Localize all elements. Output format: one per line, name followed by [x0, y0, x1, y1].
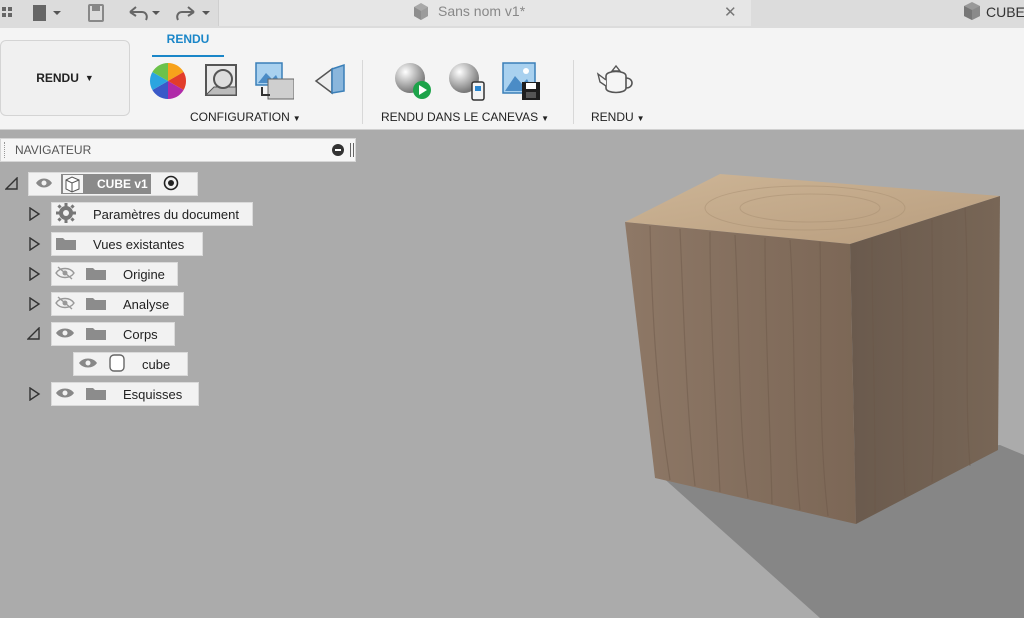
decal-icon[interactable]	[310, 60, 350, 102]
cube-model[interactable]	[560, 160, 1024, 618]
expand-triangle-icon[interactable]	[27, 207, 41, 221]
tree-item-label: Analyse	[123, 296, 170, 312]
teapot-render-icon[interactable]	[596, 60, 636, 102]
eye-icon[interactable]	[55, 326, 75, 343]
chevron-down-icon: ▼	[292, 114, 301, 123]
tree-item-sketches[interactable]: Esquisses	[51, 382, 199, 406]
tree-item-label: Esquisses	[123, 386, 183, 402]
tree-item-named-views[interactable]: Vues existantes	[51, 232, 203, 256]
tree-item-analysis[interactable]: Analyse	[51, 292, 184, 316]
texture-map-icon[interactable]	[254, 60, 294, 102]
folder-icon	[85, 295, 107, 314]
chevron-down-icon: ▼	[636, 114, 645, 123]
separator	[362, 60, 363, 124]
expand-triangle-icon[interactable]	[27, 237, 41, 251]
eye-icon[interactable]	[55, 386, 75, 403]
tree-item-label: Corps	[123, 326, 158, 342]
root-label: CUBE v1	[97, 177, 148, 191]
expand-triangle-icon[interactable]	[27, 267, 41, 281]
cube-tab-title[interactable]: CUBE	[986, 4, 1024, 20]
close-icon[interactable]: ✕	[724, 3, 737, 21]
eye-icon[interactable]	[78, 356, 98, 373]
expand-triangle-icon[interactable]	[27, 297, 41, 311]
collapse-triangle-icon[interactable]	[5, 177, 19, 191]
undo-icon[interactable]	[124, 0, 164, 26]
tree-item-label: cube	[142, 356, 171, 372]
document-tab-cube-icon	[412, 2, 430, 25]
chevron-down-icon: ▼	[84, 73, 94, 83]
eye-icon[interactable]	[35, 177, 53, 192]
separator	[573, 60, 574, 124]
scene-settings-icon[interactable]	[202, 60, 242, 102]
tree-item-label: Paramètres du document	[93, 206, 239, 222]
activate-radio-icon[interactable]	[163, 175, 179, 194]
folder-icon	[55, 235, 77, 254]
collapse-icon[interactable]	[332, 144, 344, 156]
tree-item-bodies[interactable]: Corps	[51, 322, 175, 346]
file-menu-icon[interactable]	[28, 0, 68, 26]
tab-active-indicator	[152, 55, 224, 57]
tree-item-document-settings[interactable]: Paramètres du document	[51, 202, 253, 226]
configuration-group-label[interactable]: CONFIGURATION ▼	[190, 110, 301, 124]
folder-icon	[85, 325, 107, 344]
workspace-switcher[interactable]: RENDU ▼	[0, 40, 130, 116]
tab-rendu[interactable]: RENDU	[152, 32, 224, 56]
collapse-triangle-icon[interactable]	[27, 327, 41, 341]
tree-item-cube-body[interactable]: cube	[73, 352, 188, 376]
redo-icon[interactable]	[174, 0, 214, 26]
canvas-render-settings-icon[interactable]	[446, 60, 486, 102]
cube-tab-icon	[962, 1, 982, 26]
component-icon: CUBE v1	[61, 174, 151, 194]
grip-icon[interactable]	[4, 142, 9, 158]
render-group-label[interactable]: RENDU ▼	[591, 110, 645, 124]
expand-triangle-icon[interactable]	[27, 387, 41, 401]
folder-icon	[85, 385, 107, 404]
pin-icon[interactable]	[350, 143, 354, 157]
tree-item-label: Vues existantes	[93, 236, 185, 252]
workspace-label: RENDU	[36, 71, 79, 85]
folder-icon	[85, 265, 107, 284]
canvas-render-group-label[interactable]: RENDU DANS LE CANEVAS ▼	[381, 110, 549, 124]
body-icon	[108, 353, 126, 375]
navigator-title: NAVIGATEUR	[15, 143, 92, 157]
tree-item-label: Origine	[123, 266, 165, 282]
capture-image-icon[interactable]	[500, 60, 540, 102]
start-canvas-render-icon[interactable]	[392, 60, 432, 102]
eye-hidden-icon[interactable]	[55, 295, 75, 313]
grid-icon[interactable]	[0, 0, 14, 26]
gear-icon	[55, 202, 77, 227]
chevron-down-icon: ▼	[541, 114, 550, 123]
document-tab-title: Sans nom v1*	[438, 3, 526, 19]
appearance-color-wheel-icon[interactable]	[148, 60, 188, 102]
tree-root-cube-v1[interactable]: CUBE v1	[28, 172, 198, 196]
eye-hidden-icon[interactable]	[55, 265, 75, 283]
tree-item-origin[interactable]: Origine	[51, 262, 178, 286]
save-icon[interactable]	[84, 0, 108, 26]
